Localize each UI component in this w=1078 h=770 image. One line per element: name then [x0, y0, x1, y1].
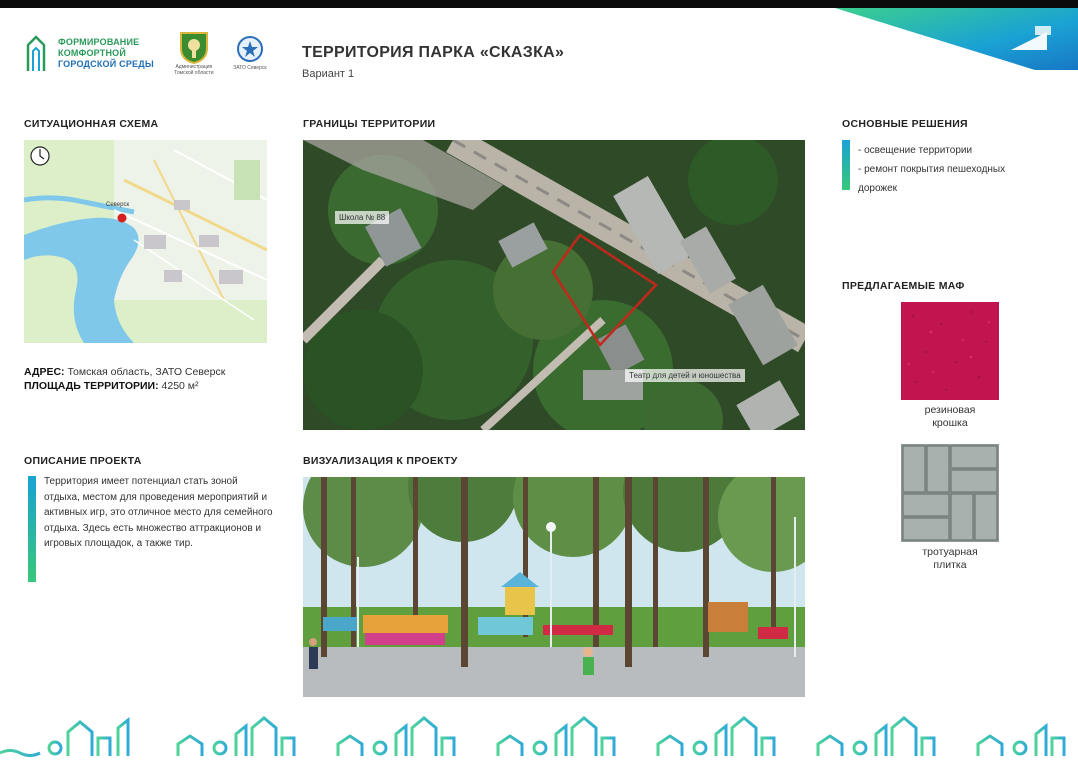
region-emblem: Администрация Томской области [172, 30, 216, 76]
logo-group: ФОРМИРОВАНИЕ КОМФОРТНОЙ ГОРОДСКОЙ СРЕДЫ … [24, 30, 272, 76]
satellite-image-graphic [303, 140, 805, 430]
decisions-heading: ОСНОВНЫЕ РЕШЕНИЯ [842, 118, 968, 130]
zato-caption: ЗАТО Северск [233, 65, 267, 71]
theatre-label: Театр для детей и юношества [625, 369, 745, 382]
program-line-1: ФОРМИРОВАНИЕ [58, 36, 140, 47]
program-line-2: КОМФОРТНОЙ [58, 47, 127, 58]
rubber-crumb-label-line-2: крошка [932, 417, 968, 429]
bottom-city-outline-decoration [0, 716, 1066, 757]
visualization-image [303, 477, 805, 697]
area-value: 4250 м² [161, 380, 199, 392]
map-place-label: Северск [106, 202, 129, 208]
maf-heading: ПРЕДЛАГАЕМЫЕ МАФ [842, 280, 965, 292]
situation-heading: СИТУАЦИОННАЯ СХЕМА [24, 118, 159, 130]
zato-emblem: ЗАТО Северск [228, 35, 272, 71]
paving-tile-texture [901, 444, 999, 542]
decision-item: - освещение территории [858, 145, 973, 156]
paving-tile-label: тротуарная плитка [885, 546, 1015, 572]
rubber-crumb-texture [901, 302, 999, 400]
description-accent-bar [28, 476, 36, 582]
paving-tile-label-line-2: плитка [933, 559, 967, 571]
visualization-heading: ВИЗУАЛИЗАЦИЯ К ПРОЕКТУ [303, 455, 458, 467]
decision-item: - ремонт покрытия пешеходных [858, 164, 1006, 175]
page-subtitle: Вариант 1 [302, 68, 355, 80]
description-text: Территория имеет потенциал стать зоной о… [44, 476, 273, 549]
situation-map-graphic: Северск [24, 140, 267, 343]
region-caption: Администрация Томской области [174, 64, 214, 76]
region-coat-of-arms-icon [179, 32, 208, 64]
program-logo-icon [26, 35, 46, 71]
page-title: ТЕРРИТОРИЯ ПАРКА «СКАЗКА» [302, 44, 565, 61]
decisions-accent-bar [842, 140, 850, 190]
address-label: АДРЕС: [24, 366, 65, 378]
description-heading: ОПИСАНИЕ ПРОЕКТА [24, 455, 142, 467]
top-dark-band [0, 0, 1078, 8]
address-block: АДРЕС: Томская область, ЗАТО Северск ПЛО… [24, 365, 225, 393]
decision-item: дорожек [858, 183, 898, 194]
school-label: Школа № 88 [335, 211, 390, 224]
paving-tile-swatch [901, 444, 999, 542]
situation-map: Северск [24, 140, 267, 343]
corner-logo-decoration [835, 8, 1078, 70]
rubber-crumb-label: резиновая крошка [885, 404, 1015, 430]
visualization-image-graphic [303, 477, 805, 697]
paving-tile-label-line-1: тротуарная [922, 546, 978, 558]
zato-emblem-icon [236, 36, 263, 62]
address-value: Томская область, ЗАТО Северск [67, 366, 226, 378]
area-label: ПЛОЩАДЬ ТЕРРИТОРИИ: [24, 380, 159, 392]
program-logo-text: ФОРМИРОВАНИЕ КОМФОРТНОЙ ГОРОДСКОЙ СРЕДЫ [58, 37, 154, 70]
rubber-crumb-swatch [901, 302, 999, 400]
satellite-image: Школа № 88 Театр для детей и юношества [303, 140, 805, 430]
decisions-list: - освещение территории - ремонт покрытия… [858, 141, 1005, 198]
borders-heading: ГРАНИЦЫ ТЕРРИТОРИИ [303, 118, 436, 130]
program-line-3: ГОРОДСКОЙ СРЕДЫ [58, 58, 154, 69]
rubber-crumb-label-line-1: резиновая [924, 404, 976, 416]
